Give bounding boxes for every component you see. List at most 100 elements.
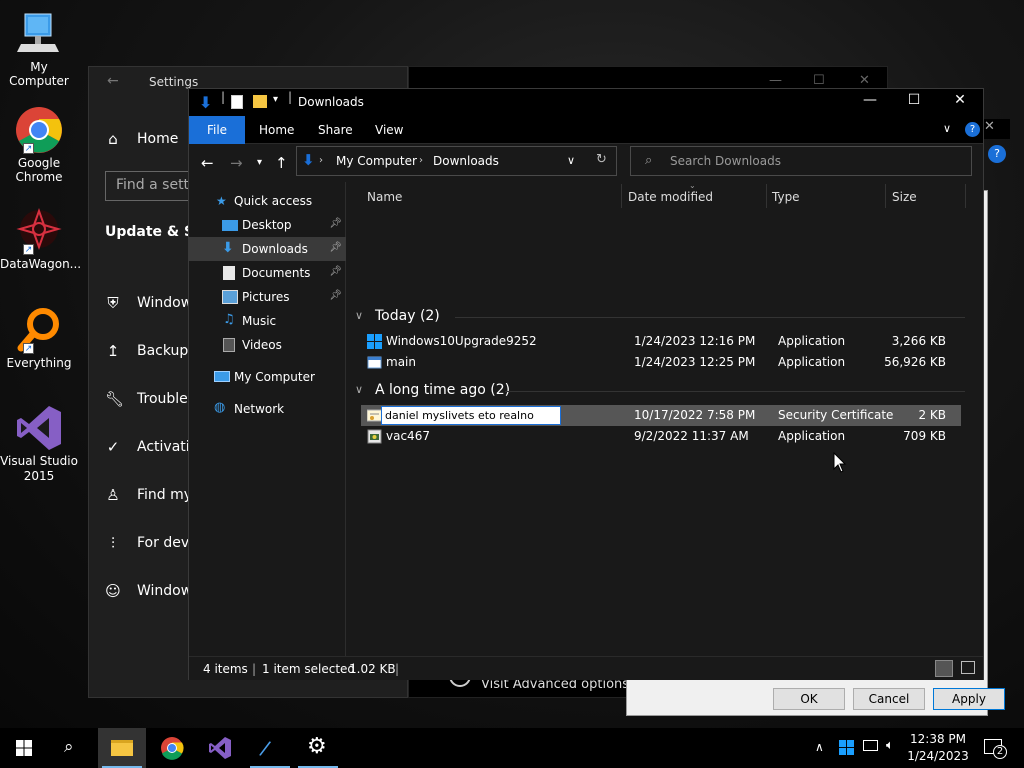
column-header-date[interactable]: Date modified [628,190,713,204]
table-row[interactable]: Windows10Upgrade9252 1/24/2023 12:16 PM … [361,331,961,352]
refresh-icon[interactable]: ↻ [596,152,607,167]
nav-item-quick-access[interactable]: ★ Quick access [189,189,346,213]
desktop-icon-visual-studio[interactable]: Visual Studio 2015 [0,404,78,484]
cat-icon: ☺ [105,582,121,600]
cancel-button[interactable]: Cancel [853,688,925,710]
new-folder-icon[interactable] [253,95,267,108]
address-dropdown-icon[interactable]: ∨ [567,154,575,167]
tab-share[interactable]: Share [318,123,353,137]
address-bar[interactable]: ⬇ › My Computer › Downloads ∨ ↻ [296,146,617,176]
download-arrow-icon: ⬇ [222,240,234,256]
settings-item-troubleshoot[interactable]: 🔧︎ Troubles [105,390,195,408]
pin-icon[interactable]: 📌︎ [329,242,342,253]
start-button[interactable] [0,728,48,768]
minimize-icon[interactable]: — [855,92,885,108]
customize-qat-icon[interactable]: ▾ [273,94,278,105]
taskbar-file-explorer[interactable] [98,728,146,768]
properties-icon[interactable] [231,95,243,109]
settings-item-backup[interactable]: ↥ Backup [105,342,189,360]
column-divider[interactable] [766,184,767,208]
breadcrumb-downloads[interactable]: Downloads [433,154,499,168]
expand-ribbon-icon[interactable]: ∨ [943,122,951,135]
nav-item-network[interactable]: ◍ Network [189,397,346,421]
taskbar-settings[interactable]: ⚙ [294,728,342,768]
action-center-button[interactable]: 2 [980,736,1008,760]
rename-input[interactable] [381,406,561,425]
desktop-icon-datawagon[interactable]: ↗ DataWagon... [0,207,81,271]
desktop-icon-everything[interactable]: ↗ Everything [0,306,78,370]
minimize-icon[interactable]: — [769,73,782,88]
file-size: 56,926 KB [884,355,946,369]
clock-time: 12:38 PM [910,732,966,746]
tab-file[interactable]: File [189,116,245,144]
desktop-icon-my-computer[interactable]: My Computer [0,10,78,88]
column-divider[interactable] [965,184,966,208]
network-icon[interactable] [863,740,878,751]
chevron-down-icon: ∨ [355,309,364,322]
settings-item-find-my-device[interactable]: ♙ Find my [105,486,192,504]
file-type: Application [778,355,846,369]
ok-button[interactable]: OK [773,688,845,710]
table-row[interactable]: vac467 9/2/2022 11:37 AM Application 709… [361,426,961,447]
forward-arrow-icon[interactable]: → [230,154,243,172]
settings-item-activation[interactable]: ✓ Activatio [105,438,199,456]
column-divider[interactable] [621,184,622,208]
star-icon: ★ [216,194,227,208]
clock[interactable]: 12:38 PM 1/24/2023 [905,731,971,765]
large-icons-view-icon[interactable] [961,661,975,674]
windows-update-tray-icon[interactable] [839,740,854,755]
settings-item-windows-insider[interactable]: ☺ Windows [105,582,199,600]
column-header-type[interactable]: Type [772,190,800,204]
settings-item-windows-update[interactable]: ⛨ Windows [105,294,199,312]
file-size: 709 KB [903,429,946,443]
shield-icon: ⛨ [107,294,119,312]
back-arrow-icon[interactable]: ← [107,73,119,89]
nav-item-documents[interactable]: Documents 📌︎ [189,261,346,285]
taskbar-feather-app[interactable]: / [246,728,294,768]
taskbar-chrome[interactable] [148,728,196,768]
help-icon[interactable]: ? [965,122,980,137]
breadcrumb-my-computer[interactable]: My Computer [336,154,417,168]
maximize-icon[interactable]: ☐ [899,92,929,108]
pin-icon[interactable]: 📌︎ [329,218,342,229]
taskbar-visual-studio[interactable] [196,728,244,768]
tab-home[interactable]: Home [259,123,294,137]
nav-item-desktop[interactable]: Desktop 📌︎ [189,213,346,237]
details-view-icon[interactable] [935,660,953,677]
column-header-size[interactable]: Size [892,190,917,204]
desktop-icon-google-chrome[interactable]: ↗ Google Chrome [0,106,78,184]
close-icon[interactable]: ✕ [859,73,870,88]
search-input[interactable]: ⌕ Search Downloads [630,146,972,176]
nav-item-pictures[interactable]: Pictures 📌︎ [189,285,346,309]
apply-button[interactable]: Apply [933,688,1005,710]
search-icon: ⌕ [64,737,74,757]
table-row-selected[interactable]: 10/17/2022 7:58 PM Security Certificate … [361,405,961,426]
nav-item-downloads[interactable]: ⬇ Downloads 📌︎ [189,237,346,261]
maximize-icon[interactable]: ☐ [813,73,825,88]
status-separator: | [252,662,257,676]
taskbar-search-button[interactable]: ⌕ [48,728,96,768]
nav-item-my-computer[interactable]: My Computer [189,365,346,389]
tab-view[interactable]: View [375,123,403,137]
pin-icon[interactable]: 📌︎ [329,290,342,301]
volume-icon[interactable]: 🔈︎ [886,738,894,753]
backup-arrow-icon: ↥ [106,342,120,360]
nav-item-music[interactable]: ♫ Music [189,309,346,333]
column-divider[interactable] [885,184,886,208]
settings-home[interactable]: ⌂ Home [105,130,178,148]
nav-item-videos[interactable]: Videos [189,333,346,357]
explorer-titlebar[interactable]: ⬇ | ▾ | Downloads — ☐ ✕ [189,89,983,116]
back-arrow-icon[interactable]: ← [201,154,214,172]
background-close-icon[interactable]: ✕ [984,119,1010,139]
show-hidden-icons-chevron-icon[interactable]: ∧ [815,740,824,754]
close-icon[interactable]: ✕ [945,92,975,108]
recent-locations-icon[interactable]: ▾ [257,157,262,168]
pin-icon[interactable]: 📌︎ [329,266,342,277]
help-icon[interactable]: ? [988,145,1006,163]
settings-item-for-developers[interactable]: ⫶ For deve [105,534,198,552]
breadcrumb-separator-icon: › [319,155,323,166]
table-row[interactable]: main 1/24/2023 12:25 PM Application 56,9… [361,352,961,373]
up-arrow-icon[interactable]: ↑ [275,154,288,172]
column-header-name[interactable]: Name [367,190,402,204]
datawagon-icon: ↗ [15,207,63,255]
